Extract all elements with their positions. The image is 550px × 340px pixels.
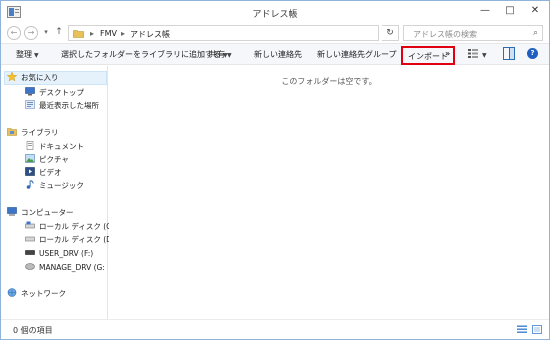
breadcrumb-fmv[interactable]: FMV <box>100 29 117 38</box>
back-button[interactable]: ← <box>7 26 21 40</box>
nav-drive-c[interactable]: ローカル ディスク (C:) <box>25 221 117 233</box>
computer-icon <box>7 207 17 216</box>
nav-documents[interactable]: ドキュメント <box>25 141 84 153</box>
breadcrumb-separator-icon[interactable]: ▸ <box>121 29 125 38</box>
nav-pictures[interactable]: ピクチャ <box>25 154 69 166</box>
search-icon: ⌕ <box>532 28 538 38</box>
removable-drive-icon <box>25 263 35 270</box>
details-view-icon[interactable] <box>517 325 527 334</box>
network-icon <box>7 288 17 297</box>
explorer-window: アドレス帳 — □ ✕ ← → ▾ ↑ ▸ FMV ▸ アドレス帳 ▾ ↻ アド… <box>0 0 550 340</box>
nav-drive-g[interactable]: MANAGE_DRV (G: <box>25 262 105 274</box>
change-view-button[interactable]: ▼ <box>468 49 487 59</box>
nav-network[interactable]: ネットワーク <box>7 288 66 300</box>
organize-button[interactable]: 整理 ▼ <box>16 49 39 60</box>
videos-icon <box>25 167 35 176</box>
empty-folder-message: このフォルダーは空です。 <box>281 77 377 86</box>
nav-libraries[interactable]: ライブラリ <box>7 127 59 139</box>
nav-favorites[interactable]: お気に入り <box>7 72 59 84</box>
forward-button[interactable]: → <box>24 26 38 40</box>
chevron-down-icon: ▼ <box>482 52 487 59</box>
removable-drive-icon <box>25 250 35 255</box>
status-bar: 0 個の項目 <box>1 319 549 339</box>
recent-places-icon <box>25 100 35 109</box>
search-placeholder: アドレス帳の検索 <box>413 30 477 39</box>
nav-desktop[interactable]: デスクトップ <box>25 87 84 99</box>
nav-drive-f[interactable]: USER_DRV (F:) <box>25 248 93 260</box>
nav-videos[interactable]: ビデオ <box>25 167 62 179</box>
preview-pane-icon[interactable] <box>503 47 515 60</box>
title-bar: アドレス帳 — □ ✕ <box>1 1 549 25</box>
chevron-down-icon: ▼ <box>227 52 232 59</box>
command-bar: 整理 ▼ 選択したフォルダーをライブラリに追加する ▼ 共有 ▼ 新しい連絡先 新しい… <box>1 43 549 65</box>
desktop-icon <box>25 87 35 96</box>
recent-locations-button[interactable]: ▾ <box>42 26 50 40</box>
large-icons-view-icon[interactable] <box>532 325 542 334</box>
share-button[interactable]: 共有 ▼ <box>209 49 232 60</box>
help-icon[interactable]: ? <box>527 48 538 59</box>
documents-icon <box>26 141 34 150</box>
address-bar[interactable]: ▸ FMV ▸ アドレス帳 ▾ <box>68 25 433 41</box>
navigation-pane: お気に入り デスクトップ 最近表示した場所 ライブラリ ドキュメント ピクチャ … <box>1 66 117 319</box>
new-contact-button[interactable]: 新しい連絡先 <box>254 49 302 60</box>
maximize-button[interactable]: □ <box>498 3 522 21</box>
nav-drive-d[interactable]: ローカル ディスク (D:) <box>25 234 117 246</box>
breadcrumb-separator-icon: ▸ <box>90 29 95 38</box>
view-icon <box>468 49 478 58</box>
drive-icon <box>25 221 35 229</box>
file-list-area[interactable]: このフォルダーは空です。 <box>109 66 549 319</box>
up-button[interactable]: ↑ <box>54 26 64 40</box>
include-in-library-button[interactable]: 選択したフォルダーをライブラリに追加する ▼ <box>61 49 228 60</box>
minimize-button[interactable]: — <box>473 3 497 21</box>
star-icon <box>7 72 17 81</box>
music-icon <box>26 180 34 189</box>
breadcrumb-address-book[interactable]: アドレス帳 <box>130 29 170 40</box>
nav-music[interactable]: ミュージック <box>25 180 84 192</box>
item-count: 0 個の項目 <box>13 326 53 335</box>
search-input[interactable]: アドレス帳の検索 ⌕ <box>403 25 543 41</box>
drive-icon <box>25 236 35 242</box>
folder-icon <box>73 30 84 38</box>
more-commands-button[interactable]: » <box>445 49 450 58</box>
nav-computer[interactable]: コンピューター <box>7 207 74 219</box>
refresh-button[interactable]: ↻ <box>382 25 399 41</box>
address-row: ← → ▾ ↑ ▸ FMV ▸ アドレス帳 ▾ ↻ アドレス帳の検索 ⌕ <box>1 25 549 41</box>
library-icon <box>7 128 17 136</box>
close-button[interactable]: ✕ <box>523 3 547 21</box>
chevron-down-icon: ▼ <box>34 52 39 59</box>
pictures-icon <box>25 154 35 163</box>
nav-recent-places[interactable]: 最近表示した場所 <box>25 100 99 112</box>
new-contact-group-button[interactable]: 新しい連絡先グループ <box>317 49 397 60</box>
window-title: アドレス帳 <box>252 10 298 20</box>
